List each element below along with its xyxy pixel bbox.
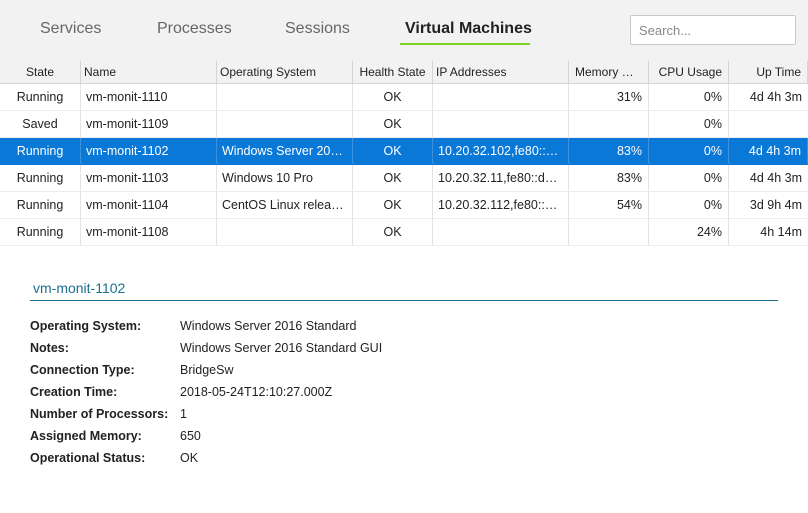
cell-state: Running <box>0 138 81 164</box>
cell-ip-addresses: 10.20.32.11,fe80::d84... <box>433 165 569 191</box>
cell-name: vm-monit-1108 <box>81 219 217 245</box>
active-tab-indicator <box>400 43 530 45</box>
detail-value: Windows Server 2016 Standard GUI <box>180 341 383 355</box>
cell-name: vm-monit-1110 <box>81 84 217 110</box>
cell-operating-system <box>217 111 353 137</box>
cell-ip-addresses: 10.20.32.112,fe80::71c... <box>433 192 569 218</box>
tab-processes[interactable]: Processes <box>157 20 232 38</box>
detail-value: BridgeSw <box>180 363 234 377</box>
cell-up-time: 4d 4h 3m <box>729 138 808 164</box>
cell-memory-usage <box>569 111 649 137</box>
cell-name: vm-monit-1104 <box>81 192 217 218</box>
detail-value: Windows Server 2016 Standard <box>180 319 357 333</box>
table-row[interactable]: Running vm-monit-1110 OK 31% 0% 4d 4h 3m <box>0 84 808 111</box>
cell-up-time: 4d 4h 3m <box>749 171 802 185</box>
cell-operating-system <box>217 84 353 110</box>
column-header-cpu-usage[interactable]: CPU Usage <box>649 61 729 83</box>
cell-health-state: OK <box>353 192 433 218</box>
cell-state: Running <box>0 165 81 191</box>
column-header-health-state[interactable]: Health State <box>353 61 433 83</box>
cell-health-state: OK <box>353 165 433 191</box>
cell-memory-usage: 83% <box>569 138 649 164</box>
table-row[interactable]: Running vm-monit-1108 OK 24% 4h 14m <box>0 219 808 246</box>
column-header-up-time[interactable]: Up Time <box>729 61 808 83</box>
cell-cpu-usage: 0% <box>649 84 729 110</box>
detail-row-notes: Notes: Windows Server 2016 Standard GUI <box>30 338 790 360</box>
cell-cpu-usage: 0% <box>649 165 729 191</box>
cell-state: Saved <box>0 111 81 137</box>
tab-virtual-machines[interactable]: Virtual Machines <box>405 20 532 38</box>
cell-state: Running <box>0 84 81 110</box>
detail-row-operational-status: Operational Status: OK <box>30 448 790 470</box>
detail-value: 650 <box>180 429 201 443</box>
detail-value: 1 <box>180 407 187 421</box>
detail-row-connection-type: Connection Type: BridgeSw <box>30 360 790 382</box>
detail-value: OK <box>180 451 199 465</box>
detail-row-number-of-processors: Number of Processors: 1 <box>30 404 790 426</box>
detail-panel-title: vm-monit-1102 <box>33 280 126 296</box>
cell-name: vm-monit-1102 <box>81 138 217 164</box>
cell-operating-system <box>217 219 353 245</box>
cell-ip-addresses <box>433 111 569 137</box>
table-row[interactable]: Saved vm-monit-1109 OK 0% <box>0 111 808 138</box>
column-header-operating-system[interactable]: Operating System <box>217 61 353 83</box>
column-header-name[interactable]: Name <box>81 61 217 83</box>
cell-state: Running <box>0 192 81 218</box>
cell-up-time: 4h 14m <box>760 225 802 239</box>
detail-row-operating-system: Operating System: Windows Server 2016 St… <box>30 316 790 338</box>
cell-health-state: OK <box>353 84 433 110</box>
column-header-ip-addresses[interactable]: IP Addresses <box>433 61 569 83</box>
table-row[interactable]: Running vm-monit-1103 Windows 10 Pro OK … <box>0 165 808 192</box>
cell-health-state: OK <box>353 219 433 245</box>
cell-operating-system: Windows Server 2016... <box>217 138 353 164</box>
detail-value: 2018-05-24T12:10:27.000Z <box>180 385 333 399</box>
tab-services[interactable]: Services <box>40 20 101 38</box>
column-header-memory-usage[interactable]: Memory Us... <box>569 61 649 83</box>
cell-state: Running <box>0 219 81 245</box>
detail-label: Assigned Memory: <box>30 429 142 443</box>
detail-title-divider <box>30 300 778 301</box>
table-header: State Name Operating System Health State… <box>0 61 808 84</box>
detail-label: Operational Status: <box>30 451 146 465</box>
cell-name: vm-monit-1109 <box>81 111 217 137</box>
cell-memory-usage: 31% <box>569 84 649 110</box>
table-row-selected[interactable]: Running vm-monit-1102 Windows Server 201… <box>0 138 808 165</box>
cell-cpu-usage: 0% <box>649 111 729 137</box>
detail-label: Connection Type: <box>30 363 135 377</box>
detail-row-creation-time: Creation Time: 2018-05-24T12:10:27.000Z <box>30 382 790 404</box>
cell-cpu-usage: 24% <box>649 219 729 245</box>
detail-label: Creation Time: <box>30 385 118 399</box>
search-input[interactable] <box>630 15 796 45</box>
cell-name: vm-monit-1103 <box>81 165 217 191</box>
cell-cpu-usage: 0% <box>649 192 729 218</box>
cell-ip-addresses <box>433 84 569 110</box>
cell-memory-usage: 54% <box>569 192 649 218</box>
cell-up-time: 4d 4h 3m <box>749 90 802 104</box>
cell-health-state: OK <box>353 111 433 137</box>
detail-label: Operating System: <box>30 319 142 333</box>
table-row[interactable]: Running vm-monit-1104 CentOS Linux relea… <box>0 192 808 219</box>
cell-up-time: 3d 9h 4m <box>749 198 802 212</box>
detail-properties: Operating System: Windows Server 2016 St… <box>30 316 790 470</box>
detail-label: Notes: <box>30 341 69 355</box>
detail-row-assigned-memory: Assigned Memory: 650 <box>30 426 790 448</box>
cell-memory-usage: 83% <box>569 165 649 191</box>
cell-operating-system: CentOS Linux release ... <box>217 192 353 218</box>
cell-up-time <box>729 111 808 137</box>
tab-sessions[interactable]: Sessions <box>285 20 350 38</box>
cell-operating-system: Windows 10 Pro <box>217 165 353 191</box>
cell-ip-addresses <box>433 219 569 245</box>
detail-label: Number of Processors: <box>30 407 169 421</box>
vm-table: State Name Operating System Health State… <box>0 61 808 246</box>
cell-health-state: OK <box>353 138 433 164</box>
cell-memory-usage <box>569 219 649 245</box>
cell-cpu-usage: 0% <box>649 138 729 164</box>
cell-ip-addresses: 10.20.32.102,fe80::990... <box>433 138 569 164</box>
column-header-state[interactable]: State <box>0 61 81 83</box>
top-tab-bar: Services Processes Sessions Virtual Mach… <box>0 0 808 61</box>
